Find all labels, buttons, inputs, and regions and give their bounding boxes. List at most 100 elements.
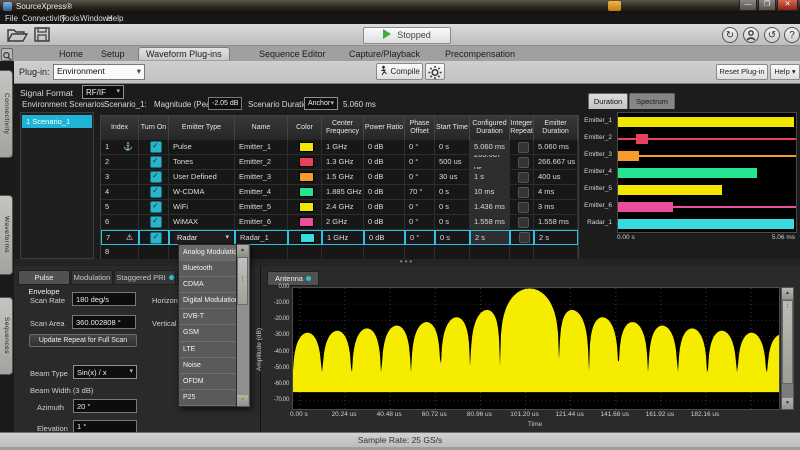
azimuth-input[interactable] [73, 399, 137, 413]
menu-help[interactable]: Help [107, 14, 123, 23]
cell-freq[interactable]: 2 GHz [322, 215, 364, 230]
cell-start[interactable]: 0 s [435, 200, 470, 215]
cell-duration[interactable]: 266.667 us [534, 155, 578, 170]
cell-index[interactable]: 3 [101, 170, 139, 185]
cell-repeat[interactable] [510, 185, 534, 200]
cell-duration[interactable]: 1.558 ms [534, 215, 578, 230]
cell-power[interactable]: 0 dB [364, 140, 405, 155]
integer-repeat-checkbox[interactable] [518, 187, 529, 198]
cell-repeat[interactable] [510, 170, 534, 185]
cell-index[interactable]: 1⚓ [101, 140, 139, 155]
cell-configured[interactable]: 10 ms [470, 185, 510, 200]
cell-repeat[interactable] [510, 140, 534, 155]
search-icon[interactable] [1, 48, 13, 61]
tab-home[interactable]: Home [52, 48, 90, 60]
turn-on-checkbox[interactable]: ✓ [150, 201, 162, 213]
compile-button[interactable]: Compile [376, 63, 423, 80]
scroll-up-icon[interactable]: ▲ [782, 288, 793, 299]
cell-type[interactable]: User Defined [169, 170, 235, 185]
scroll-thumb[interactable]: ⋮ [782, 300, 793, 384]
cell-start[interactable]: 0 s [435, 185, 470, 200]
column-header[interactable]: Center Frequency [322, 116, 364, 140]
cell-type[interactable]: Pulse [169, 140, 235, 155]
user-connect-icon[interactable] [743, 27, 759, 43]
cell-repeat[interactable] [510, 200, 534, 215]
menu-tools[interactable]: Tools [61, 14, 80, 23]
cell-configured[interactable]: 266.667 us [470, 155, 510, 170]
sync-icon[interactable]: ↻ [722, 27, 738, 43]
cell-power[interactable]: 0 dB [364, 215, 405, 230]
plugin-select[interactable]: Environment▾ [53, 64, 145, 80]
integer-repeat-checkbox[interactable] [518, 217, 529, 228]
column-header[interactable]: Emitter Type [169, 116, 235, 140]
cell-name[interactable]: Emitter_1 [235, 140, 288, 155]
column-header[interactable]: Index [101, 116, 139, 140]
cell-index[interactable]: 6 [101, 215, 139, 230]
emitter-type-option[interactable]: Analog Modulation [179, 245, 236, 261]
cell-freq[interactable]: 1 GHz [322, 140, 364, 155]
help-icon[interactable]: ? [784, 27, 800, 43]
cell-configured[interactable]: 1 s [470, 170, 510, 185]
cell-name[interactable]: Emitter_3 [235, 170, 288, 185]
column-header[interactable]: Integer Repeat [510, 116, 534, 140]
cell-type[interactable]: W-CDMA [169, 185, 235, 200]
cell-repeat[interactable] [510, 215, 534, 230]
cell-color[interactable] [288, 170, 322, 185]
emitter-type-option[interactable]: P25 [179, 390, 236, 406]
cell-name[interactable]: Radar_1 [235, 230, 288, 245]
cell-color[interactable] [288, 185, 322, 200]
menu-connectivity[interactable]: Connectivity [22, 14, 66, 23]
beam-type-select[interactable]: Sin(x) / x▾ [73, 365, 137, 379]
cell-phase[interactable]: 0 ° [405, 155, 435, 170]
color-swatch[interactable] [299, 157, 314, 167]
turn-on-checkbox[interactable]: ✓ [150, 141, 162, 153]
cell-duration[interactable]: 400 us [534, 170, 578, 185]
help-menu-button[interactable]: Help ▾ [770, 64, 800, 80]
cell-power[interactable]: 0 dB [364, 170, 405, 185]
cell-duration[interactable]: 5.060 ms [534, 140, 578, 155]
cell-color[interactable] [288, 215, 322, 230]
scan-area-input[interactable] [72, 315, 136, 329]
tab-setup[interactable]: Setup [94, 48, 132, 60]
emitter-type-option[interactable]: GSM [179, 325, 236, 341]
horizontal-splitter[interactable]: ••• [14, 259, 800, 266]
cell-phase[interactable]: 0 ° [405, 215, 435, 230]
column-header[interactable]: Phase Offset [405, 116, 435, 140]
minimize-button[interactable]: — [739, 0, 757, 11]
cell-duration[interactable]: 2 s [534, 230, 578, 245]
emitter-type-option[interactable]: Noise [179, 358, 236, 374]
cell-on[interactable]: ✓ [139, 230, 169, 245]
tab-capture-playback[interactable]: Capture/Playback [342, 48, 427, 60]
cell-on[interactable]: ✓ [139, 200, 169, 215]
integer-repeat-checkbox[interactable] [518, 202, 529, 213]
dropdown-scrollbar[interactable]: ▲ ⋮ ▼ [237, 244, 250, 407]
tab-modulation[interactable]: Modulation [71, 270, 113, 285]
cell-index[interactable]: 4 [101, 185, 139, 200]
tab-spectrum[interactable]: Spectrum [629, 93, 675, 109]
cell-phase[interactable]: 0 ° [405, 200, 435, 215]
menu-file[interactable]: File [5, 14, 18, 23]
turn-on-checkbox[interactable]: ✓ [150, 171, 162, 183]
cell-duration[interactable]: 3 ms [534, 200, 578, 215]
cell-repeat[interactable] [510, 230, 534, 245]
cell-phase[interactable]: 0 ° [405, 170, 435, 185]
cell-color[interactable] [288, 155, 322, 170]
cell-name[interactable]: Emitter_6 [235, 215, 288, 230]
cell-name[interactable]: Emitter_2 [235, 155, 288, 170]
integer-repeat-checkbox[interactable] [519, 232, 530, 243]
cell-phase[interactable]: 70 ° [405, 185, 435, 200]
turn-on-checkbox[interactable]: ✓ [150, 232, 162, 244]
reset-plugin-button[interactable]: Reset Plug-in [716, 64, 768, 80]
emitter-type-combo[interactable]: Radar▾ [174, 232, 232, 243]
maximize-button[interactable]: ❐ [758, 0, 776, 11]
signal-format-select[interactable]: RF/IF▾ [82, 85, 124, 99]
cell-configured[interactable]: 2 s [470, 230, 510, 245]
column-header[interactable]: Power Ratio [364, 116, 405, 140]
emitter-type-option[interactable]: Digital Modulation [179, 293, 236, 309]
cell-type[interactable]: WiFi [169, 200, 235, 215]
cell-freq[interactable]: 1.885 GHz [322, 185, 364, 200]
sidebar-tab-connectivity[interactable]: Connectivity [0, 70, 13, 158]
column-header[interactable]: Configured Duration [470, 116, 510, 140]
column-header[interactable]: Turn On [139, 116, 169, 140]
color-swatch[interactable] [299, 217, 314, 227]
